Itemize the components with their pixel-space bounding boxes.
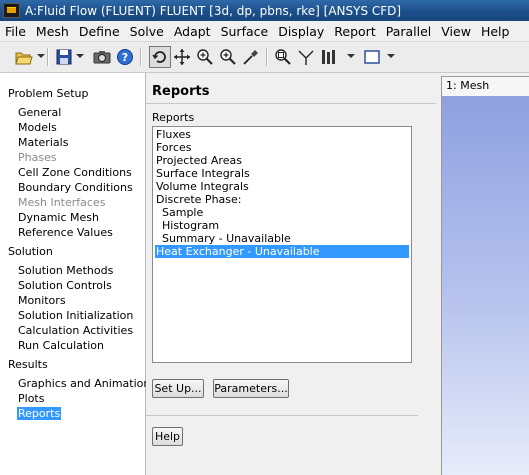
footer-divider xyxy=(146,415,418,416)
nav-item-general[interactable]: General xyxy=(18,106,61,119)
nav-item-reports[interactable]: Reports xyxy=(17,407,62,420)
axes-icon[interactable] xyxy=(296,47,316,67)
set-up-button[interactable]: Set Up... xyxy=(152,379,204,398)
menu-display[interactable]: Display xyxy=(273,24,329,39)
zoom-box-icon[interactable] xyxy=(273,47,293,67)
nav-item-mesh-interfaces: Mesh Interfaces xyxy=(18,196,106,209)
nav-item-models[interactable]: Models xyxy=(18,121,57,134)
zoom-in-icon[interactable] xyxy=(195,47,215,67)
nav-section-problem-setup[interactable]: Problem Setup xyxy=(8,87,89,100)
probe-icon[interactable] xyxy=(241,47,261,67)
nav-section-results[interactable]: Results xyxy=(8,358,48,371)
graphics-viewport[interactable] xyxy=(441,96,529,475)
menu-parallel[interactable]: Parallel xyxy=(381,24,437,39)
navigation-pane: Problem Setup General Models Materials Phase… xyxy=(0,73,156,475)
menu-bar: File Mesh Define Solve Adapt Surface Display Re… xyxy=(0,21,529,42)
nav-item-solution-methods[interactable]: Solution Methods xyxy=(18,264,113,277)
open-file-icon[interactable] xyxy=(14,47,34,67)
menu-help[interactable]: Help xyxy=(476,24,515,39)
report-list-item[interactable]: Volume Integrals xyxy=(156,180,249,193)
menu-file[interactable]: File xyxy=(0,24,31,39)
report-list-item[interactable]: Sample xyxy=(162,206,203,219)
report-list-item[interactable]: Fluxes xyxy=(156,128,191,141)
nav-item-solution-controls[interactable]: Solution Controls xyxy=(18,279,112,292)
toolbar-separator xyxy=(140,48,142,66)
parameters-button[interactable]: Parameters... xyxy=(213,379,289,398)
menu-surface[interactable]: Surface xyxy=(216,24,274,39)
help-icon[interactable]: ? xyxy=(115,47,135,67)
reports-list-label: Reports xyxy=(152,111,195,124)
toolbar-separator xyxy=(266,48,268,66)
nav-item-calculation-activities[interactable]: Calculation Activities xyxy=(18,324,133,337)
title-divider xyxy=(146,103,436,104)
nav-item-cell-zone-conditions[interactable]: Cell Zone Conditions xyxy=(18,166,132,179)
page-title: Reports xyxy=(152,84,210,99)
nav-section-solution[interactable]: Solution xyxy=(8,245,53,258)
fluent-logo-icon xyxy=(3,3,20,18)
report-list-item[interactable]: Projected Areas xyxy=(156,154,242,167)
menu-mesh[interactable]: Mesh xyxy=(31,24,74,39)
open-file-dropdown-icon[interactable] xyxy=(37,54,45,58)
window-title: A:Fluid Flow (FLUENT) FLUENT [3d, dp, pb… xyxy=(25,3,402,18)
layout-dropdown-icon[interactable] xyxy=(347,54,355,58)
nav-item-reference-values[interactable]: Reference Values xyxy=(18,226,113,239)
report-list-item[interactable]: Heat Exchanger - Unavailable xyxy=(155,245,409,258)
graphics-tab-mesh[interactable]: 1: Mesh xyxy=(441,76,529,96)
report-list-item[interactable]: Discrete Phase: xyxy=(156,193,241,206)
nav-item-graphics-and-animations[interactable]: Graphics and Animations xyxy=(18,377,156,390)
nav-item-run-calculation[interactable]: Run Calculation xyxy=(18,339,104,352)
nav-item-plots[interactable]: Plots xyxy=(18,392,44,405)
nav-item-solution-initialization[interactable]: Solution Initialization xyxy=(18,309,133,322)
menu-report[interactable]: Report xyxy=(329,24,380,39)
nav-item-boundary-conditions[interactable]: Boundary Conditions xyxy=(18,181,133,194)
toolbar-separator xyxy=(47,48,49,66)
layout-icon[interactable] xyxy=(319,47,339,67)
title-bar: A:Fluid Flow (FLUENT) FLUENT [3d, dp, pb… xyxy=(0,0,529,21)
reports-listbox[interactable]: Fluxes Forces Projected Areas Surface Integ… xyxy=(152,126,412,363)
toolbar: ? xyxy=(0,42,529,73)
menu-adapt[interactable]: Adapt xyxy=(169,24,216,39)
report-list-item[interactable]: Histogram xyxy=(162,219,219,232)
rotate-icon[interactable] xyxy=(149,46,171,68)
nav-item-materials[interactable]: Materials xyxy=(18,136,68,149)
report-list-item[interactable]: Summary - Unavailable xyxy=(162,232,291,245)
help-button[interactable]: Help xyxy=(152,427,183,446)
pan-icon[interactable] xyxy=(172,47,192,67)
save-dropdown-icon[interactable] xyxy=(76,54,84,58)
menu-view[interactable]: View xyxy=(436,24,476,39)
menu-solve[interactable]: Solve xyxy=(125,24,169,39)
camera-icon[interactable] xyxy=(92,47,112,67)
svg-text:?: ? xyxy=(122,51,128,64)
task-page: Reports Reports Fluxes Forces Projected Ar… xyxy=(146,73,436,475)
window-icon[interactable] xyxy=(362,47,382,67)
window-dropdown-icon[interactable] xyxy=(387,54,395,58)
report-list-item[interactable]: Surface Integrals xyxy=(156,167,250,180)
zoom-fit-icon[interactable] xyxy=(218,47,238,67)
nav-item-monitors[interactable]: Monitors xyxy=(18,294,66,307)
nav-item-phases: Phases xyxy=(18,151,57,164)
nav-item-dynamic-mesh[interactable]: Dynamic Mesh xyxy=(18,211,99,224)
report-list-item[interactable]: Forces xyxy=(156,141,192,154)
save-icon[interactable] xyxy=(54,47,74,67)
graphics-panel: 1: Mesh xyxy=(437,73,529,475)
menu-define[interactable]: Define xyxy=(74,24,125,39)
